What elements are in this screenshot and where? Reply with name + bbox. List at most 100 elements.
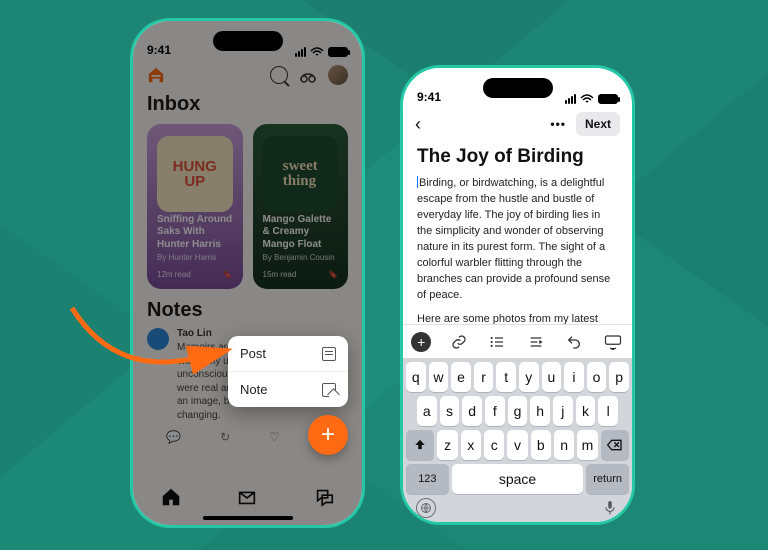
key-k[interactable]: k <box>576 396 596 426</box>
section-title-notes: Notes <box>147 299 348 328</box>
tab-chat-icon[interactable] <box>313 486 335 508</box>
backspace-icon <box>607 439 623 451</box>
key-x[interactable]: x <box>461 430 481 460</box>
return-key[interactable]: return <box>586 464 629 494</box>
more-icon[interactable]: ••• <box>550 117 566 131</box>
key-w[interactable]: w <box>429 362 449 392</box>
undo-icon[interactable] <box>563 331 585 353</box>
key-t[interactable]: t <box>496 362 516 392</box>
key-z[interactable]: z <box>437 430 457 460</box>
backspace-key[interactable] <box>601 430 629 460</box>
next-button[interactable]: Next <box>576 112 620 136</box>
keyboard-bottom-bar <box>406 498 629 520</box>
space-key[interactable]: space <box>452 464 584 494</box>
inbox-card[interactable]: sweetthing Mango Galette & Creamy Mango … <box>253 124 349 289</box>
compose-option-label: Post <box>240 346 266 361</box>
key-d[interactable]: d <box>462 396 482 426</box>
inbox-card-row[interactable]: HUNGUP Sniffing Around Saks With Hunter … <box>133 124 362 289</box>
link-icon[interactable] <box>448 331 470 353</box>
activity-icon[interactable] <box>298 66 318 84</box>
status-indicators <box>295 47 348 57</box>
dynamic-island <box>483 78 553 98</box>
note-avatar <box>147 328 169 350</box>
key-l[interactable]: l <box>598 396 618 426</box>
keyboard-row: zxcvbnm <box>406 430 629 460</box>
note-icon <box>322 383 336 397</box>
post-title[interactable]: The Joy of Birding <box>417 146 618 168</box>
card-artwork: HUNGUP <box>157 136 233 212</box>
home-indicator <box>203 516 293 520</box>
shift-icon <box>413 438 427 452</box>
shift-key[interactable] <box>406 430 434 460</box>
key-n[interactable]: n <box>554 430 574 460</box>
back-icon[interactable]: ‹ <box>415 114 421 135</box>
card-artwork: sweetthing <box>262 136 338 212</box>
compose-fab[interactable]: + <box>308 415 348 455</box>
tab-home-icon[interactable] <box>160 486 182 508</box>
post-paragraph[interactable]: Birding, or birdwatching, is a delightfu… <box>417 176 618 304</box>
editor-toolbar: + <box>403 324 632 358</box>
key-p[interactable]: p <box>609 362 629 392</box>
key-v[interactable]: v <box>507 430 527 460</box>
card-title: Mango Galette & Creamy Mango Float <box>263 214 339 252</box>
tab-inbox-icon[interactable] <box>236 486 258 508</box>
key-j[interactable]: j <box>553 396 573 426</box>
profile-avatar[interactable] <box>328 65 348 85</box>
key-b[interactable]: b <box>531 430 551 460</box>
search-icon[interactable] <box>270 66 288 84</box>
like-icon[interactable]: ♡ <box>269 430 280 444</box>
globe-icon[interactable] <box>416 498 436 518</box>
key-r[interactable]: r <box>474 362 494 392</box>
wifi-icon <box>580 94 594 104</box>
compose-menu: Post Note <box>228 336 348 407</box>
status-time: 9:41 <box>417 90 441 104</box>
restack-icon[interactable]: ↻ <box>220 430 230 444</box>
key-f[interactable]: f <box>485 396 505 426</box>
dynamic-island <box>213 31 283 51</box>
key-s[interactable]: s <box>440 396 460 426</box>
wifi-icon <box>310 47 324 57</box>
key-h[interactable]: h <box>530 396 550 426</box>
key-i[interactable]: i <box>564 362 584 392</box>
keyboard-row: qwertyuiop <box>406 362 629 392</box>
keyboard-dismiss-icon[interactable] <box>602 331 624 353</box>
editor-body[interactable]: The Joy of Birding Birding, or birdwatch… <box>403 142 632 324</box>
inbox-card[interactable]: HUNGUP Sniffing Around Saks With Hunter … <box>147 124 243 289</box>
cell-signal-icon <box>295 47 306 57</box>
insert-block-icon[interactable]: + <box>411 332 431 352</box>
card-author: By Benjamin Cousin <box>263 253 339 262</box>
battery-icon <box>328 47 348 57</box>
dictation-icon[interactable] <box>603 500 619 516</box>
key-e[interactable]: e <box>451 362 471 392</box>
key-y[interactable]: y <box>519 362 539 392</box>
card-title: Sniffing Around Saks With Hunter Harris <box>157 214 233 252</box>
bookmark-icon[interactable]: 🔖 <box>223 270 233 279</box>
bookmark-icon[interactable]: 🔖 <box>328 270 338 279</box>
section-title-inbox: Inbox <box>133 89 362 124</box>
phone-mock-left: 9:41 Inbox HUNGUP Sniffin <box>130 18 365 528</box>
app-logo-icon <box>147 66 165 84</box>
card-author: By Hunter Harris <box>157 253 233 262</box>
style-icon[interactable] <box>525 331 547 353</box>
key-a[interactable]: a <box>417 396 437 426</box>
numbers-key[interactable]: 123 <box>406 464 449 494</box>
key-c[interactable]: c <box>484 430 504 460</box>
status-indicators <box>565 94 618 104</box>
cell-signal-icon <box>565 94 576 104</box>
bullet-list-icon[interactable] <box>486 331 508 353</box>
compose-option-post[interactable]: Post <box>228 336 348 371</box>
key-m[interactable]: m <box>577 430 597 460</box>
card-readtime: 12m read <box>157 270 191 279</box>
key-g[interactable]: g <box>508 396 528 426</box>
reply-icon[interactable]: 💬 <box>166 430 181 444</box>
card-readtime: 15m read <box>263 270 297 279</box>
key-o[interactable]: o <box>587 362 607 392</box>
compose-option-note[interactable]: Note <box>228 371 348 407</box>
post-paragraph[interactable]: Here are some photos from my latest jaun… <box>417 312 618 325</box>
phone-mock-right: 9:41 ‹ ••• Next The Joy of Birding Birdi… <box>400 65 635 525</box>
ios-keyboard: qwertyuiop asdfghjkl zxcvbnm 123 space r… <box>403 358 632 522</box>
key-q[interactable]: q <box>406 362 426 392</box>
post-icon <box>322 347 336 361</box>
key-u[interactable]: u <box>542 362 562 392</box>
text-cursor <box>417 176 418 188</box>
